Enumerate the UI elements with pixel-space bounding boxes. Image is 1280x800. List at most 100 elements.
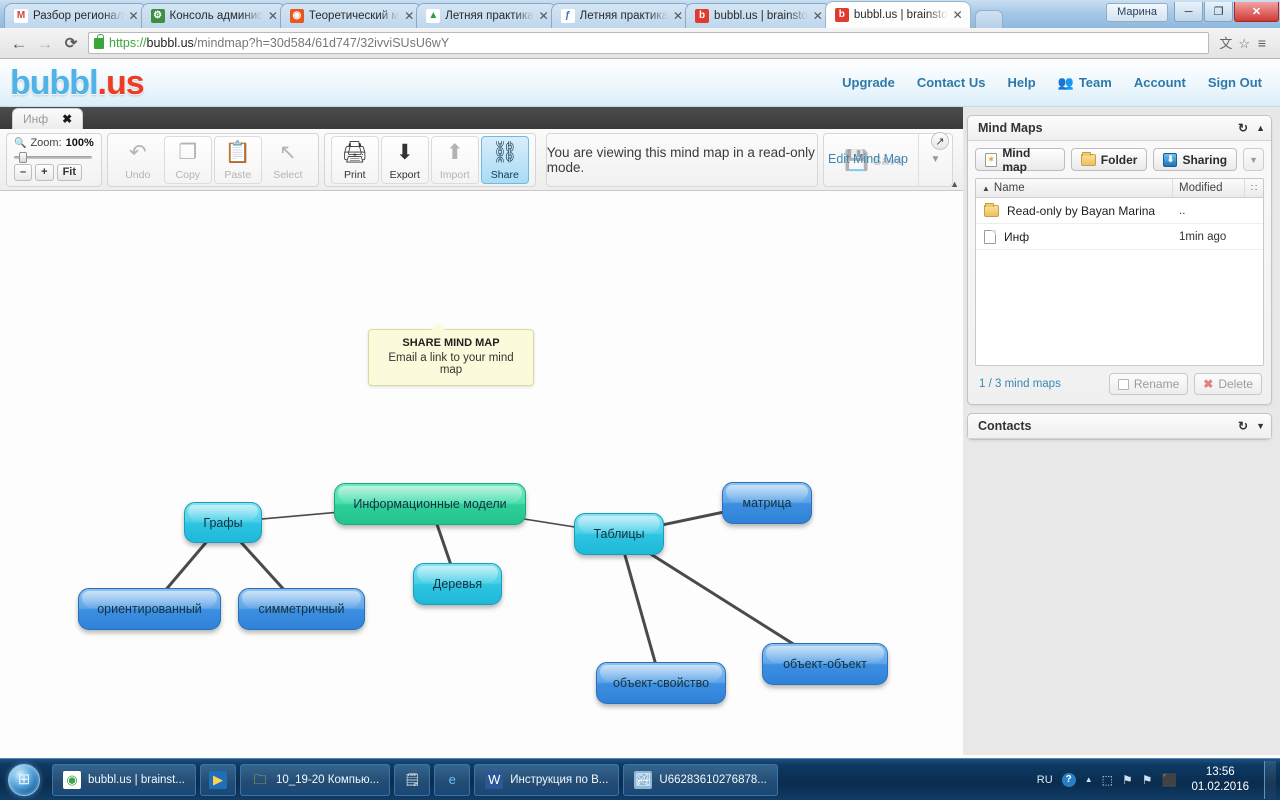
start-button[interactable]: ⊞	[2, 761, 46, 799]
sharing-caret-icon[interactable]: ▼	[1243, 148, 1264, 171]
browser-tab-label: Консоль админис	[169, 10, 263, 22]
close-icon[interactable]: ✕	[267, 10, 279, 22]
mindmap-node[interactable]: Деревья	[413, 563, 502, 605]
column-header-modified[interactable]: Modified	[1173, 179, 1245, 197]
nav-link-team[interactable]: 👥 Team	[1058, 75, 1112, 91]
export-button[interactable]: ⬇ Export	[380, 135, 429, 184]
reload-icon[interactable]: ⟳	[58, 36, 84, 51]
close-icon[interactable]: ✕	[128, 10, 140, 22]
contacts-panel-header[interactable]: Contacts ↻ ▼	[968, 414, 1271, 439]
taskbar-item-2[interactable]: 🗀 10_19-20 Компью...	[239, 763, 391, 796]
nav-link-account[interactable]: Account	[1134, 75, 1186, 90]
mindmap-node[interactable]: объект-свойство	[596, 662, 726, 704]
mindmap-node[interactable]: Таблицы	[574, 513, 664, 555]
mindmap-node-label: симметричный	[258, 602, 345, 616]
mindmap-canvas[interactable]: Информационные модели Графы ориентированны…	[0, 191, 963, 755]
expand-icon[interactable]: ↗	[931, 132, 949, 150]
taskbar-item-3[interactable]: 🗒	[394, 763, 431, 796]
help-icon[interactable]: ?	[1061, 772, 1076, 787]
close-icon[interactable]: ✕	[812, 10, 824, 22]
taskbar-item-0[interactable]: ◉ bubbl.us | brainst...	[52, 763, 196, 796]
chevron-up-icon[interactable]: ▲	[1085, 775, 1093, 784]
browser-tab-1[interactable]: ⚙ Консоль админис ✕	[140, 3, 286, 28]
mindmap-node[interactable]: объект-объект	[762, 643, 888, 685]
mind-map-button[interactable]: ✶ Mind map	[975, 146, 1065, 174]
bookmark-star-icon[interactable]: ☆	[1238, 37, 1250, 50]
window-minimize-button[interactable]: ─	[1174, 2, 1203, 22]
new-tab-button[interactable]	[974, 10, 1003, 28]
forward-icon[interactable]: →	[32, 35, 58, 52]
close-icon[interactable]: ✕	[952, 9, 964, 21]
delete-icon: ✖	[1203, 377, 1214, 391]
window-restore-button[interactable]: ❐	[1204, 2, 1233, 22]
language-indicator[interactable]: RU	[1037, 774, 1053, 786]
taskbar-clock[interactable]: 13:56 01.02.2016	[1185, 765, 1255, 795]
mindmap-node[interactable]: матрица	[722, 482, 812, 524]
translate-icon[interactable]: 文	[1219, 37, 1232, 50]
zoom-fit-button[interactable]: Fit	[56, 164, 83, 181]
browser-tab-6[interactable]: b bubbl.us | brainsto ✕	[824, 1, 971, 28]
refresh-icon[interactable]: ↻	[1238, 420, 1248, 432]
address-bar[interactable]: https://bubbl.us/mindmap?h=30d584/61d747…	[88, 32, 1210, 54]
nav-link-upgrade[interactable]: Upgrade	[842, 75, 895, 90]
mindmap-node[interactable]: симметричный	[238, 588, 365, 630]
document-tab-inf[interactable]: Инф ✖	[12, 108, 84, 129]
folder-button[interactable]: Folder	[1070, 148, 1148, 171]
browser-tab-0[interactable]: M Разбор регионал ✕	[4, 3, 147, 28]
bubblus-logo[interactable]: bubbl.us	[10, 66, 145, 100]
zoom-in-button[interactable]: +	[35, 164, 54, 181]
taskbar-item-5[interactable]: W Инструкция по В...	[474, 763, 620, 796]
calculator-icon: 🗒	[403, 772, 421, 787]
close-icon[interactable]: ✕	[672, 10, 684, 22]
refresh-icon[interactable]: ↻	[1238, 122, 1248, 134]
sort-asc-icon: ▲	[982, 183, 990, 193]
zoom-out-button[interactable]: –	[14, 164, 33, 181]
zoom-slider-knob[interactable]	[19, 152, 27, 163]
browser-tab-2[interactable]: ◉ Теоретический м ✕	[279, 3, 423, 28]
taskbar-item-6[interactable]: 🏞 U66283610276878...	[623, 763, 778, 796]
scroll-up-icon[interactable]: ▲	[950, 179, 959, 189]
zoom-buttons: – + Fit	[14, 164, 83, 181]
network-icon[interactable]: ⬚	[1102, 774, 1113, 786]
drive-icon: ▲	[426, 9, 441, 23]
nav-link-contact-us[interactable]: Contact Us	[917, 75, 986, 90]
taskbar-item-4[interactable]: e	[434, 763, 471, 796]
chevron-down-icon[interactable]: ▼	[1256, 421, 1265, 431]
back-icon[interactable]: ←	[6, 35, 32, 52]
sharing-icon: ⬇	[1163, 152, 1178, 167]
table-row[interactable]: Read-only by Bayan Marina..	[976, 198, 1263, 224]
sharing-button[interactable]: ⬇ Sharing	[1153, 148, 1238, 171]
mindmap-node[interactable]: Информационные модели	[334, 483, 526, 525]
chrome-menu-icon[interactable]: ≡	[1250, 35, 1274, 51]
table-row[interactable]: Инф 1min ago	[976, 224, 1263, 250]
delete-button[interactable]: ✖ Delete	[1194, 373, 1262, 395]
column-options-icon[interactable]: ∷	[1245, 179, 1263, 197]
mindmap-node[interactable]: Графы	[184, 502, 262, 543]
window-close-button[interactable]: ✕	[1234, 2, 1279, 22]
chevron-up-icon[interactable]: ▲	[1256, 123, 1265, 133]
close-icon[interactable]: ✕	[538, 10, 550, 22]
browser-tab-label: bubbl.us | brainsto	[853, 9, 948, 21]
flag-icon[interactable]: ⚑	[1142, 774, 1153, 786]
close-icon[interactable]: ✖	[62, 112, 72, 126]
show-desktop-button[interactable]	[1264, 760, 1276, 799]
edit-mind-map-link[interactable]: Edit Mind Map	[828, 152, 908, 166]
browser-tab-4[interactable]: ƒ Летняя практика ✕	[550, 3, 692, 28]
action-center-icon[interactable]: ⚑	[1122, 774, 1133, 786]
close-icon[interactable]: ✕	[403, 10, 415, 22]
mindmap-node-label: Информационные модели	[353, 497, 507, 511]
taskbar-item-1[interactable]: ▶	[199, 763, 236, 796]
monitor-icon[interactable]: ⬛	[1161, 774, 1176, 786]
mindmap-node[interactable]: ориентированный	[78, 588, 221, 630]
share-button[interactable]: ⛓ Share	[480, 135, 529, 184]
nav-link-sign-out[interactable]: Sign Out	[1208, 75, 1262, 90]
table-body: Read-only by Bayan Marina.. Инф 1min ago	[976, 198, 1263, 250]
zoom-slider[interactable]	[14, 152, 92, 163]
print-button[interactable]: 🖨 Print	[330, 135, 379, 184]
column-header-name[interactable]: ▲ Name	[976, 179, 1173, 197]
chrome-user-chip[interactable]: Марина	[1106, 2, 1168, 22]
rename-button[interactable]: Rename	[1108, 373, 1189, 395]
browser-tab-3[interactable]: ▲ Летняя практика ✕	[416, 3, 557, 28]
browser-tab-5[interactable]: b bubbl.us | brainsto ✕	[685, 3, 831, 28]
nav-link-help[interactable]: Help	[1007, 75, 1035, 90]
